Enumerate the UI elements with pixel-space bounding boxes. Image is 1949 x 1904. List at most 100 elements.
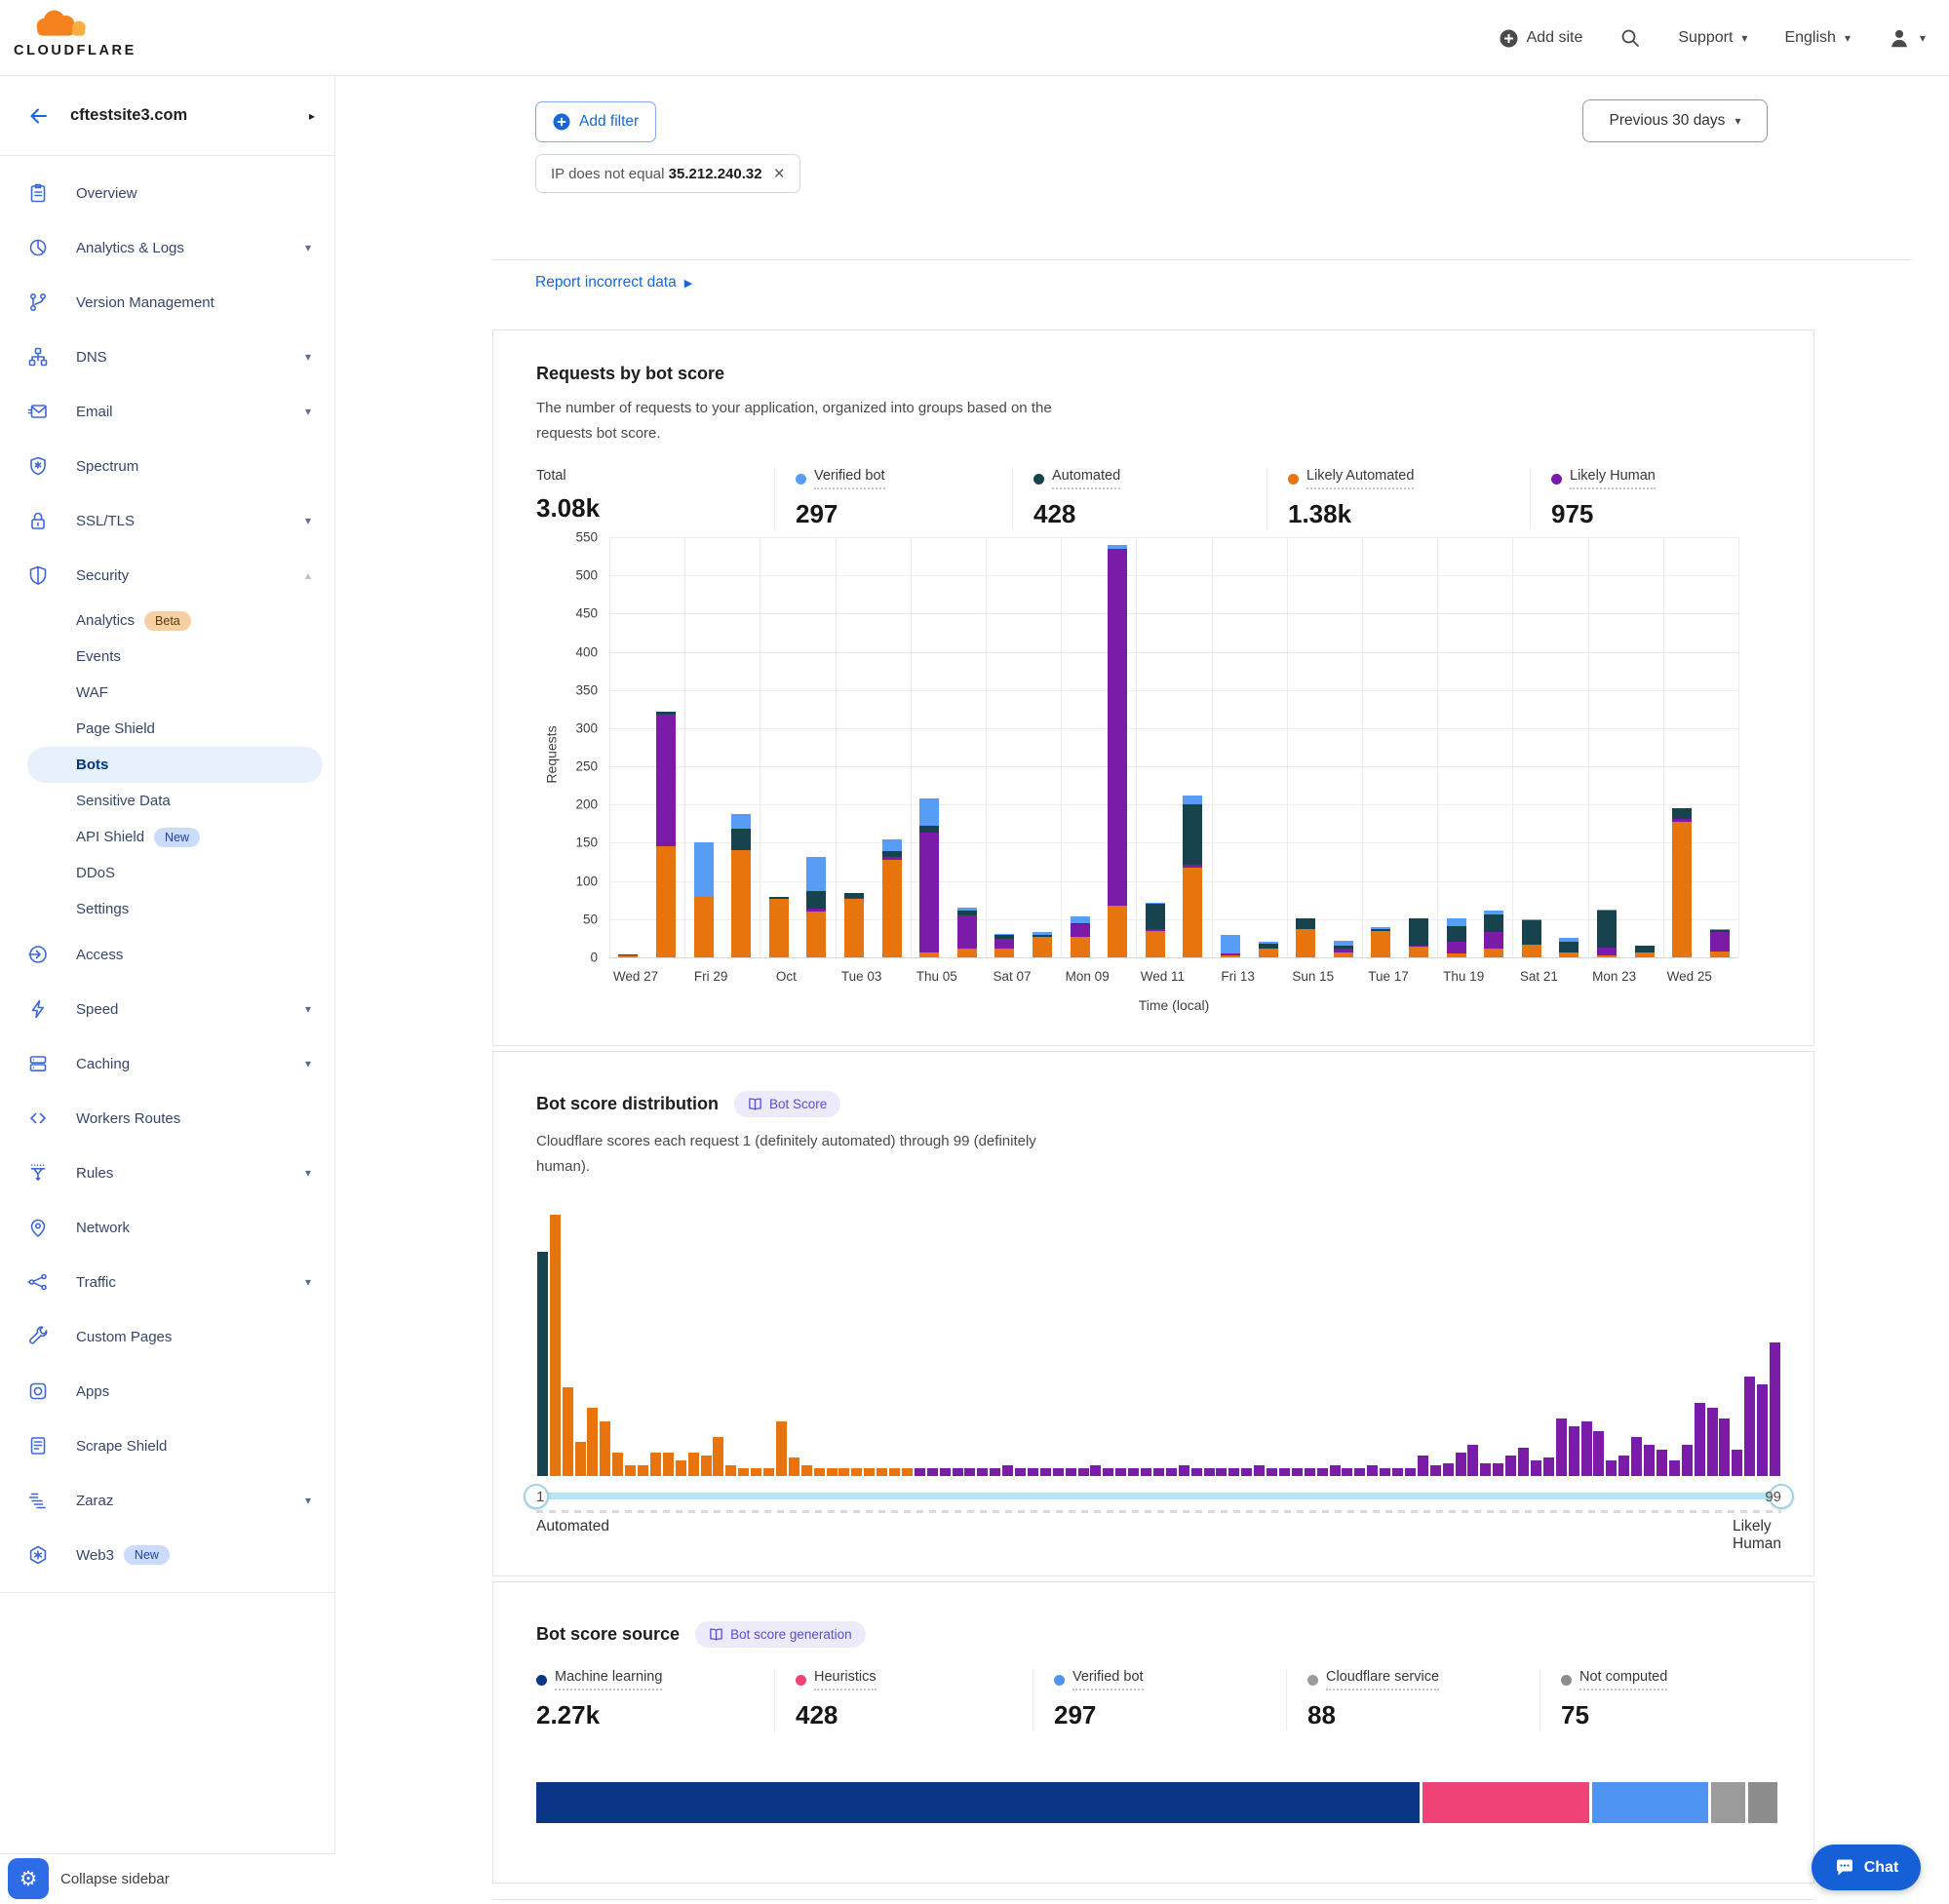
stat-label-text[interactable]: Likely Automated <box>1306 468 1414 489</box>
stat-label-text[interactable]: Verified bot <box>814 468 885 489</box>
source-segment-heuristics <box>1423 1782 1589 1823</box>
stat-label-text[interactable]: Not computed <box>1579 1669 1667 1690</box>
x-tick-label: Fri 13 <box>1221 969 1255 984</box>
histogram-bar-score-59 <box>1267 1468 1277 1476</box>
bot-score-generation-doc-badge[interactable]: Bot score generation <box>695 1621 866 1648</box>
sidebar-item-waf[interactable]: WAF <box>0 675 334 711</box>
bar-segment-automated <box>919 826 939 833</box>
bar-segment-likely-human <box>1183 865 1202 868</box>
sidebar-item-sensitive-data[interactable]: Sensitive Data <box>0 783 334 819</box>
gridline-v <box>1663 537 1664 957</box>
bot-score-doc-badge[interactable]: Bot Score <box>734 1091 840 1117</box>
cloudflare-logo[interactable]: CLOUDFLARE <box>14 6 107 58</box>
y-tick-label: 200 <box>575 797 598 812</box>
chart-bar <box>618 954 638 957</box>
bar-segment-likely-human <box>1071 924 1090 937</box>
settings-gear-button[interactable]: ⚙ <box>8 1858 49 1899</box>
sidebar-item-scrape-shield[interactable]: Scrape Shield <box>0 1418 334 1473</box>
chat-button[interactable]: Chat <box>1812 1845 1921 1890</box>
time-range-dropdown[interactable]: Previous 30 days ▾ <box>1582 99 1768 142</box>
histogram-bar-score-63 <box>1317 1468 1328 1476</box>
sidebar-item-analytics[interactable]: AnalyticsBeta <box>0 602 334 639</box>
sidebar-item-caching[interactable]: Caching▾ <box>0 1036 334 1091</box>
histogram-bar-score-71 <box>1418 1456 1428 1476</box>
collapse-sidebar-row[interactable]: Collapse sidebar <box>0 1853 335 1904</box>
sidebar-item-dns[interactable]: DNS▾ <box>0 330 334 384</box>
site-selector[interactable]: cftestsite3.com ▸ <box>0 76 334 156</box>
book-icon <box>748 1097 762 1111</box>
sidebar-item-bots[interactable]: Bots <box>27 747 323 783</box>
sidebar-item-analytics-logs[interactable]: Analytics & Logs▾ <box>0 220 334 275</box>
sidebar-item-page-shield[interactable]: Page Shield <box>0 711 334 747</box>
source-segment-not-computed <box>1748 1782 1777 1823</box>
stat-label-text: Total <box>536 468 566 484</box>
sidebar-item-traffic[interactable]: Traffic▾ <box>0 1255 334 1309</box>
report-incorrect-data-link[interactable]: Report incorrect data ▶ <box>535 274 692 291</box>
sidebar-item-label: Speed <box>76 1001 118 1018</box>
histogram-bar-score-81 <box>1543 1457 1554 1476</box>
chart-bar <box>957 908 977 957</box>
legend-dot-icon <box>1561 1675 1572 1686</box>
bar-segment-verified-bot <box>694 842 714 897</box>
sidebar-item-label: Zaraz <box>76 1493 113 1509</box>
stat-label-text[interactable]: Cloudflare service <box>1326 1669 1439 1690</box>
sidebar-item-ssl-tls[interactable]: SSL/TLS▾ <box>0 493 334 548</box>
sidebar-item-rules[interactable]: Rules▾ <box>0 1146 334 1200</box>
sidebar-item-custom-pages[interactable]: Custom Pages <box>0 1309 334 1364</box>
stat-total: Total3.08k <box>536 468 774 529</box>
histogram-bar-score-98 <box>1757 1384 1768 1476</box>
sidebar-item-apps[interactable]: Apps <box>0 1364 334 1418</box>
sidebar-item-workers-routes[interactable]: Workers Routes <box>0 1091 334 1146</box>
histogram-bar-score-96 <box>1732 1450 1742 1476</box>
stat-label-text[interactable]: Verified bot <box>1072 1669 1144 1690</box>
histogram-bar-score-95 <box>1719 1418 1730 1476</box>
language-label: English <box>1784 29 1835 47</box>
close-icon[interactable]: × <box>774 165 785 183</box>
chevron-down-icon: ▾ <box>1845 32 1851 44</box>
sidebar-item-overview[interactable]: Overview <box>0 166 334 220</box>
sidebar-item-web3[interactable]: Web3New <box>0 1528 334 1582</box>
histogram-bar-score-90 <box>1657 1450 1667 1476</box>
sidebar: cftestsite3.com ▸ OverviewAnalytics & Lo… <box>0 76 335 1904</box>
bar-segment-likely-automated <box>919 952 939 957</box>
chart-bar <box>994 934 1014 957</box>
histogram-bar-score-64 <box>1330 1465 1341 1476</box>
add-site-button[interactable]: Add site <box>1500 29 1583 48</box>
chart-bar <box>882 839 902 957</box>
chevron-right-icon[interactable]: ▸ <box>309 109 315 123</box>
x-tick-label: Oct <box>776 969 797 984</box>
sidebar-item-network[interactable]: Network <box>0 1200 334 1255</box>
sidebar-item-spectrum[interactable]: Spectrum <box>0 439 334 493</box>
sidebar-item-email[interactable]: Email▾ <box>0 384 334 439</box>
filter-chip[interactable]: IP does not equal 35.212.240.32 × <box>535 154 800 193</box>
account-menu[interactable]: ▾ <box>1888 26 1926 50</box>
sidebar-item-api-shield[interactable]: API ShieldNew <box>0 819 334 855</box>
sidebar-item-version-management[interactable]: Version Management <box>0 275 334 330</box>
search-button[interactable] <box>1619 27 1641 49</box>
sidebar-item-security[interactable]: Security▴ <box>0 548 334 602</box>
gridline-v <box>836 537 837 957</box>
stat-label-text[interactable]: Machine learning <box>555 1669 662 1690</box>
add-filter-button[interactable]: Add filter <box>535 101 656 142</box>
bar-segment-likely-automated <box>1259 949 1278 957</box>
stat-label-text[interactable]: Likely Human <box>1570 468 1656 489</box>
sidebar-item-events[interactable]: Events <box>0 639 334 675</box>
sidebar-item-zaraz[interactable]: Zaraz▾ <box>0 1473 334 1528</box>
stat-label-text[interactable]: Automated <box>1052 468 1120 489</box>
stat-value: 975 <box>1551 499 1656 529</box>
sidebar-item-access[interactable]: Access <box>0 927 334 982</box>
x-tick-label: Sun 15 <box>1292 969 1334 984</box>
back-arrow-icon[interactable] <box>27 105 49 127</box>
histogram-bar-score-41 <box>1040 1468 1051 1476</box>
bar-segment-automated <box>1409 918 1428 946</box>
sidebar-item-speed[interactable]: Speed▾ <box>0 982 334 1036</box>
sidebar-item-label: API Shield <box>76 829 144 845</box>
collapse-sidebar-label[interactable]: Collapse sidebar <box>60 1871 170 1887</box>
sidebar-item-ddos[interactable]: DDoS <box>0 855 334 891</box>
support-menu[interactable]: Support ▾ <box>1678 29 1747 47</box>
stat-label-text[interactable]: Heuristics <box>814 1669 877 1690</box>
sidebar-item-settings[interactable]: Settings <box>0 891 334 927</box>
score-range-slider[interactable] <box>536 1493 1781 1499</box>
language-menu[interactable]: English ▾ <box>1784 29 1851 47</box>
bar-segment-likely-automated <box>1522 945 1541 957</box>
